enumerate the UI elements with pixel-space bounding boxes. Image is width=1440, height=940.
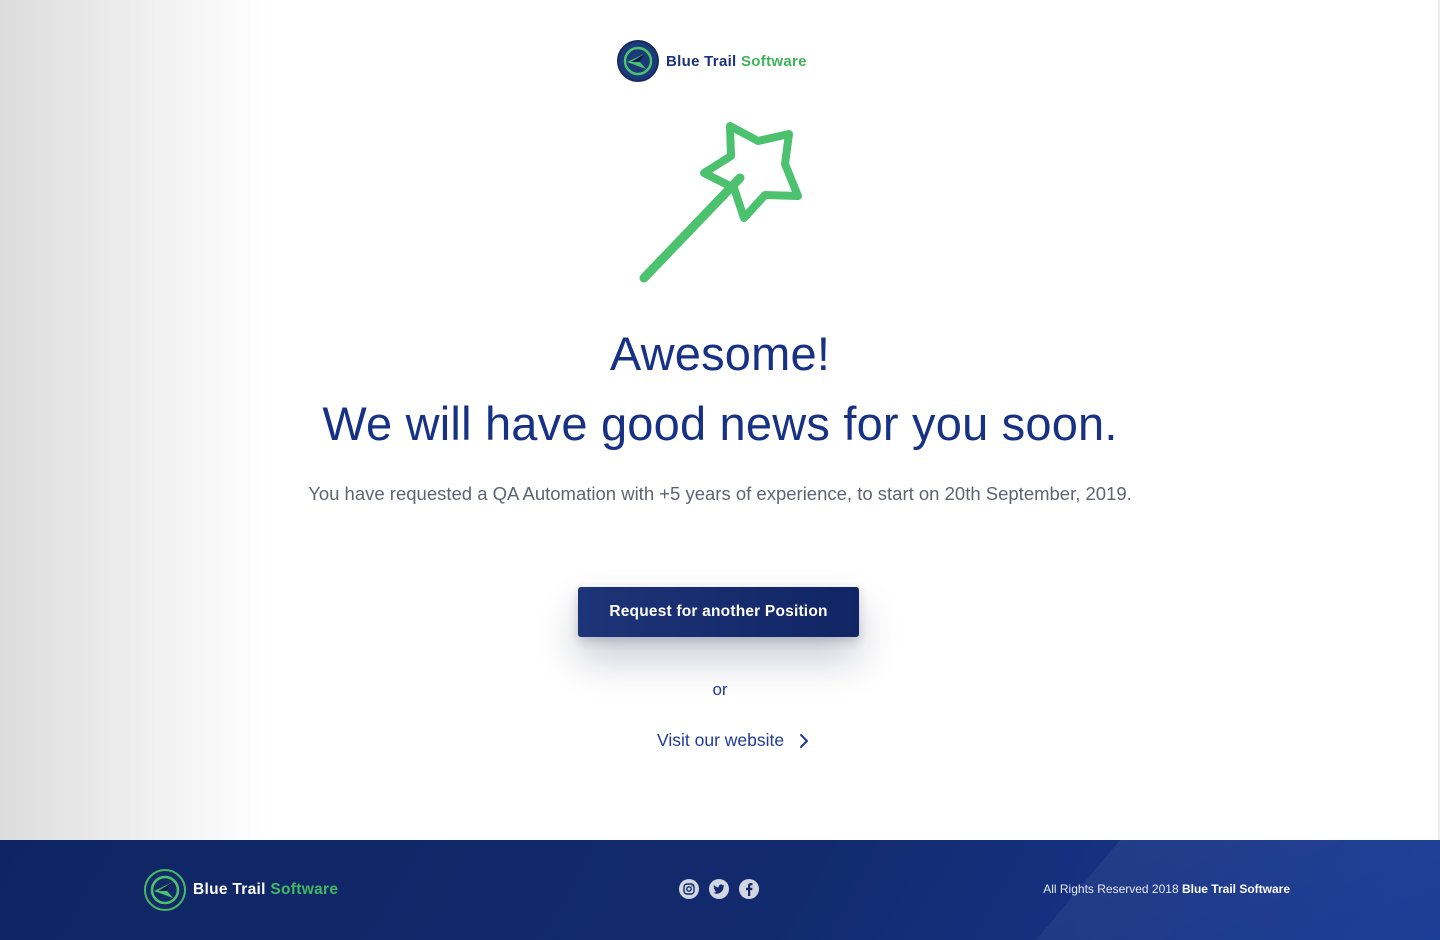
chevron-right-icon bbox=[800, 733, 809, 748]
logo-word-software: Software bbox=[741, 52, 807, 70]
or-separator: or bbox=[712, 680, 728, 699]
magic-wand-icon bbox=[639, 122, 802, 283]
title-line-2: We will have good news for you soon. bbox=[322, 397, 1118, 450]
visit-website-label: Visit our website bbox=[657, 730, 785, 750]
visit-website-link[interactable]: Visit our website bbox=[657, 730, 810, 751]
copyright-brand: Blue Trail Software bbox=[1181, 882, 1290, 896]
footer-logo-name: Blue Trail Software bbox=[193, 881, 338, 899]
footer-logo[interactable]: Blue Trail Software bbox=[144, 869, 338, 911]
header-logo[interactable]: Blue Trail Software bbox=[617, 40, 807, 82]
facebook-icon[interactable] bbox=[739, 879, 759, 899]
instagram-icon[interactable] bbox=[679, 879, 699, 899]
logo-mark-icon bbox=[617, 40, 659, 82]
footer-logo-word-blue-trail: Blue Trail bbox=[193, 881, 266, 898]
footer-logo-word-software: Software bbox=[270, 881, 339, 898]
copyright-text: All Rights Reserved 2018 Blue Trail Soft… bbox=[1043, 882, 1290, 896]
request-another-position-button[interactable]: Request for another Position bbox=[578, 587, 859, 637]
footer-logo-mark-icon bbox=[144, 869, 186, 911]
social-links bbox=[679, 879, 759, 899]
footer: Blue Trail Software All Rights Reserved … bbox=[0, 840, 1440, 940]
page: Blue Trail Software Awesome! We will hav… bbox=[0, 0, 1440, 940]
twitter-icon[interactable] bbox=[709, 879, 729, 899]
copyright-prefix: All Rights Reserved 2018 bbox=[1043, 882, 1179, 896]
logo-word-blue-trail: Blue Trail bbox=[666, 52, 737, 70]
main-content: Blue Trail Software Awesome! We will hav… bbox=[0, 0, 1440, 840]
title-line-1: Awesome! bbox=[609, 327, 831, 380]
request-summary: You have requested a QA Automation with … bbox=[308, 483, 1132, 504]
logo-name: Blue Trail Software bbox=[666, 53, 807, 70]
